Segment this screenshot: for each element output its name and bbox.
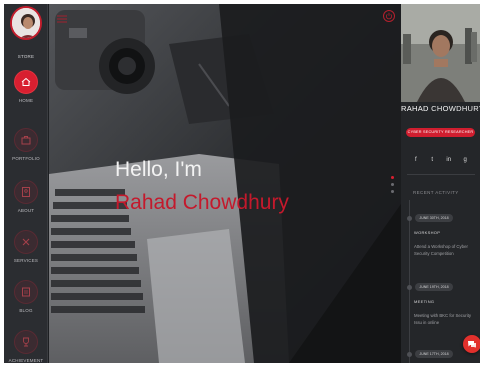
facebook-icon[interactable]: f bbox=[412, 156, 420, 164]
sidebar-item-about[interactable]: ABOUT bbox=[4, 180, 48, 224]
about-icon bbox=[14, 180, 38, 204]
activity-desc: Meeting with BKC for Security Issu in on… bbox=[414, 313, 472, 325]
social-links: f t in g bbox=[401, 148, 480, 166]
profile-first-name: RAHAD bbox=[401, 104, 429, 113]
hero-section: Hello, I'm Rahad Chowdhury bbox=[49, 4, 401, 363]
blog-icon bbox=[14, 280, 38, 304]
services-icon bbox=[14, 230, 38, 254]
sidebar-item-services[interactable]: SERVICES bbox=[4, 230, 48, 274]
slide-dot[interactable] bbox=[391, 190, 394, 193]
activity-type: MEETING bbox=[414, 299, 435, 304]
sidebar-item-home[interactable]: HOME bbox=[4, 70, 48, 114]
timeline-line bbox=[409, 200, 410, 363]
sidebar-item-label: SERVICES bbox=[13, 258, 39, 263]
sidebar-item-achievement[interactable]: ACHIEVEMENT bbox=[4, 330, 48, 363]
slide-indicator bbox=[391, 176, 395, 197]
profile-last-name: CHOWDHURY bbox=[431, 104, 480, 113]
portfolio-icon bbox=[14, 128, 38, 152]
recent-activity-title: RECENT ACTIVITY bbox=[413, 190, 459, 195]
activity-desc: Attend a Workshop of Cyber Security Comp… bbox=[414, 244, 468, 256]
google-plus-icon[interactable]: g bbox=[461, 156, 469, 164]
avatar-image bbox=[12, 8, 40, 38]
avatar[interactable] bbox=[10, 6, 42, 40]
menu-toggle-icon[interactable] bbox=[57, 10, 67, 23]
power-icon[interactable] bbox=[383, 10, 395, 22]
page-frame: STORE HOME PORTFOLIO ABOUT SERVICES BLOG… bbox=[4, 4, 480, 363]
activity-date: JUNE 17TH, 2018 bbox=[415, 350, 453, 358]
activity-date: JUNE 19TH, 2018 bbox=[415, 283, 453, 291]
hero-background-image bbox=[49, 4, 401, 363]
twitter-icon[interactable]: t bbox=[428, 156, 436, 164]
slide-dot-active[interactable] bbox=[391, 176, 394, 179]
slide-dot[interactable] bbox=[391, 183, 394, 186]
sidebar-item-blog[interactable]: BLOG bbox=[4, 280, 48, 324]
linkedin-icon[interactable]: in bbox=[445, 156, 453, 164]
sidebar-item-label: PORTFOLIO bbox=[12, 156, 40, 161]
profile-panel: RAHAD CHOWDHURY CYBER SECURITY RESEARCHE… bbox=[401, 4, 480, 363]
profile-name: RAHAD CHOWDHURY bbox=[401, 104, 480, 113]
timeline-dot bbox=[407, 352, 412, 357]
activity-date: JUNE 30TH, 2018 bbox=[415, 214, 453, 222]
achievement-icon bbox=[14, 330, 38, 354]
chat-icon bbox=[468, 341, 476, 348]
role-button[interactable]: CYBER SECURITY RESEARCHER bbox=[406, 128, 475, 137]
sidebar-item-portfolio[interactable]: PORTFOLIO bbox=[4, 128, 48, 172]
timeline-dot bbox=[407, 285, 412, 290]
sidebar-name-label: STORE bbox=[17, 54, 35, 59]
profile-photo bbox=[401, 4, 480, 102]
sidebar-item-label: ABOUT bbox=[17, 208, 35, 213]
hero-greeting: Hello, I'm bbox=[115, 158, 202, 181]
sidebar-item-label: HOME bbox=[18, 98, 34, 103]
timeline-dot bbox=[407, 216, 412, 221]
sidebar-item-label: BLOG bbox=[19, 308, 33, 313]
home-icon bbox=[14, 70, 38, 94]
chat-button[interactable] bbox=[463, 335, 480, 353]
activity-type: WORKSHOP bbox=[414, 230, 441, 235]
sidebar: STORE HOME PORTFOLIO ABOUT SERVICES BLOG… bbox=[4, 4, 48, 363]
divider bbox=[407, 174, 475, 175]
sidebar-item-label: ACHIEVEMENT bbox=[8, 358, 44, 363]
hero-name: Rahad Chowdhury bbox=[115, 191, 289, 214]
